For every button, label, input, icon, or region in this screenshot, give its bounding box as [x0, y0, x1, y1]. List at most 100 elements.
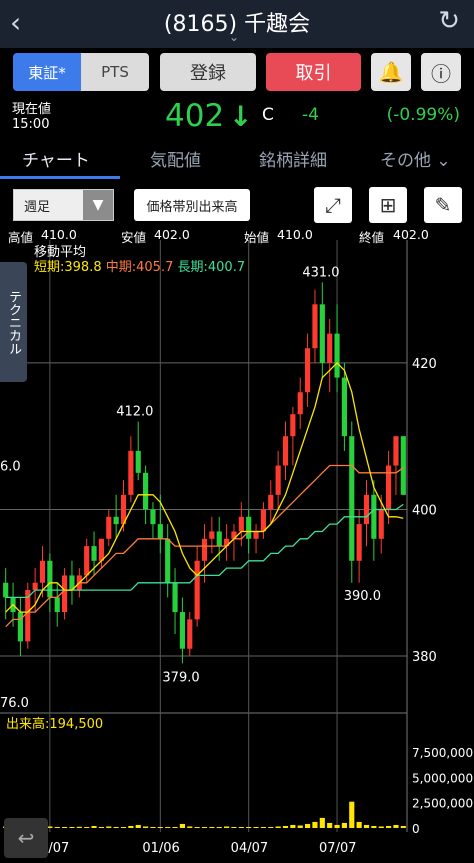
candlestick-chart[interactable]: 420 400 380 431.0 412.0 379.0 390.0 6.0 76.0 7,50…	[0, 0, 474, 863]
volume-bar	[282, 825, 289, 828]
volume-tick-label: 0	[412, 822, 420, 836]
candle-body	[334, 333, 340, 378]
candle-body	[187, 619, 193, 649]
volume-bar	[290, 824, 296, 828]
volume-bar	[246, 826, 252, 828]
technical-tab[interactable]: テクニカル	[0, 262, 27, 382]
date-tick-label: 07/07	[319, 841, 356, 856]
candle-body	[62, 575, 68, 613]
volume-bar	[187, 826, 193, 828]
candle-body	[246, 516, 252, 539]
volume-bar	[327, 822, 333, 828]
volume-bar	[305, 823, 311, 828]
price-tick-label: 420	[412, 357, 437, 372]
candle-body	[39, 560, 46, 583]
volume-bar	[297, 825, 303, 828]
volume-bar	[224, 826, 230, 828]
candle-body	[157, 524, 163, 539]
volume-tick-label: 2,500,000	[412, 797, 473, 811]
candle-body	[150, 509, 156, 525]
volume-bar	[62, 826, 68, 828]
volume-bar	[135, 824, 141, 828]
volume-bar	[143, 826, 149, 828]
candle-body	[216, 531, 222, 547]
volume-tick-label: 5,000,000	[412, 771, 473, 785]
scroll-left-icon[interactable]: ↩	[4, 818, 48, 858]
price-annotation: 6.0	[0, 460, 21, 475]
candle-body	[194, 560, 200, 620]
candle-body	[341, 377, 347, 437]
volume-bar	[341, 822, 347, 828]
candle-body	[319, 304, 325, 363]
volume-bar	[120, 826, 127, 828]
volume-bar	[231, 826, 237, 828]
ma-long-value: 400.7	[207, 260, 246, 275]
volume-bar	[84, 826, 90, 828]
volume-bar	[172, 826, 178, 828]
volume-bar	[128, 825, 134, 828]
candle-body	[290, 414, 296, 437]
candle-body	[238, 516, 244, 532]
candle-body	[54, 597, 60, 613]
candle-body	[275, 465, 281, 495]
candle-body	[400, 436, 406, 495]
candle-body	[98, 538, 104, 561]
candle-body	[297, 392, 303, 415]
volume-bar	[334, 824, 340, 828]
volume-bar	[238, 826, 244, 828]
volume-bar	[150, 826, 156, 828]
volume-bar	[157, 826, 163, 828]
candle-body	[253, 531, 259, 539]
volume-bar	[201, 826, 208, 828]
ma-short-value: 398.8	[64, 260, 102, 275]
volume-bar	[386, 825, 392, 828]
price-annotation: 390.0	[344, 589, 381, 604]
volume-bar	[209, 826, 215, 828]
price-annotation: 379.0	[162, 670, 199, 685]
candle-body	[312, 304, 318, 349]
candle-body	[179, 612, 185, 649]
candle-body	[363, 494, 370, 525]
volume-bar	[194, 826, 200, 828]
candle-body	[305, 348, 311, 393]
candle-body	[349, 436, 355, 561]
candle-body	[106, 516, 112, 539]
candle-body	[172, 582, 178, 613]
candle-body	[282, 436, 289, 466]
candle-body	[386, 465, 392, 510]
candle-body	[378, 509, 384, 539]
volume-bar	[363, 824, 370, 828]
candle-body	[135, 450, 141, 473]
date-tick-label: 04/07	[231, 841, 268, 856]
price-tick-label: 380	[412, 650, 437, 665]
volume-bar	[378, 826, 384, 828]
candle-body	[260, 509, 266, 532]
volume-bar	[91, 825, 97, 828]
volume-bar	[113, 826, 119, 828]
candle-body	[201, 538, 208, 561]
candle-body	[32, 582, 38, 591]
volume-bar	[260, 826, 266, 828]
volume-bar	[371, 825, 377, 828]
candle-body	[91, 546, 97, 561]
candle-body	[209, 531, 215, 539]
price-annotation: 412.0	[116, 405, 153, 420]
ma-short-label: 短期:	[34, 260, 65, 275]
candle-body	[3, 582, 9, 598]
volume-tick-label: 7,500,000	[412, 746, 473, 760]
volume-bar	[76, 826, 82, 828]
volume-bar	[98, 826, 104, 828]
volume-bar	[400, 825, 406, 828]
volume-bar	[54, 826, 60, 828]
candle-body	[17, 612, 23, 642]
volume-bar	[69, 826, 75, 828]
volume-bar	[165, 826, 171, 828]
candle-body	[143, 472, 149, 510]
volume-bar	[275, 826, 281, 828]
ma-values: 短期:398.8 中期:405.7 長期:400.7	[34, 256, 245, 275]
candle-body	[47, 560, 53, 598]
price-annotation: 76.0	[0, 696, 29, 711]
volume-bar	[349, 801, 355, 828]
volume-bar	[356, 821, 362, 828]
candle-body	[84, 546, 90, 576]
